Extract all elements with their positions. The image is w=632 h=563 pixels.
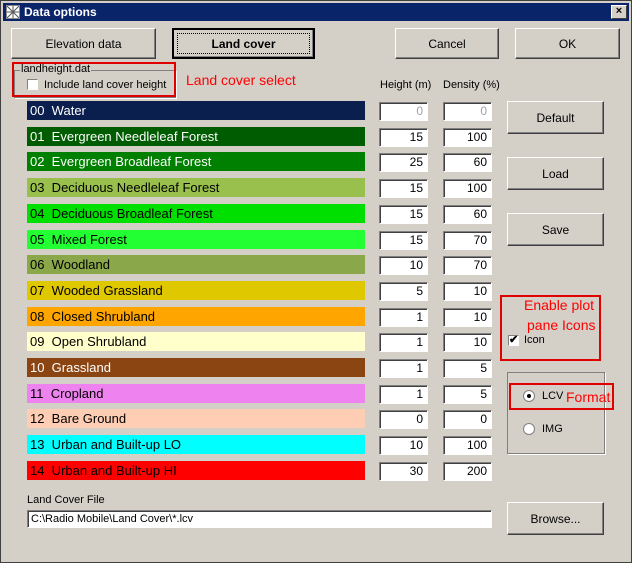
land-cover-row[interactable]: 13 Urban and Built-up LO bbox=[27, 435, 365, 454]
land-cover-row[interactable]: 12 Bare Ground bbox=[27, 409, 365, 428]
radio-selected-dot bbox=[527, 394, 531, 398]
land-cover-class-label: 12 Bare Ground bbox=[30, 411, 127, 426]
density-input[interactable]: 200 bbox=[443, 462, 492, 481]
land-cover-row[interactable]: 11 Cropland bbox=[27, 384, 365, 403]
lcv-radio[interactable] bbox=[523, 390, 535, 402]
height-input[interactable]: 0 bbox=[379, 410, 428, 429]
checkmark-icon: ✔ bbox=[509, 334, 519, 346]
img-radio[interactable] bbox=[523, 423, 535, 435]
default-label: Default bbox=[536, 110, 575, 125]
land-cover-class-label: 05 Mixed Forest bbox=[30, 232, 127, 247]
height-input[interactable]: 1 bbox=[379, 333, 428, 352]
save-label: Save bbox=[541, 222, 570, 237]
land-cover-class-label: 04 Deciduous Broadleaf Forest bbox=[30, 206, 213, 221]
cancel-label: Cancel bbox=[428, 36, 466, 51]
land-cover-class-label: 00 Water bbox=[30, 103, 86, 118]
height-column-header: Height (m) bbox=[380, 79, 432, 91]
img-radio-label: IMG bbox=[542, 423, 563, 435]
land-cover-row[interactable]: 09 Open Shrubland bbox=[27, 332, 365, 351]
land-cover-label: Land cover bbox=[211, 36, 276, 51]
land-cover-class-label: 14 Urban and Built-up HI bbox=[30, 463, 177, 478]
density-input[interactable]: 10 bbox=[443, 333, 492, 352]
land-cover-class-label: 10 Grassland bbox=[30, 360, 111, 375]
density-input[interactable]: 100 bbox=[443, 179, 492, 198]
cancel-button[interactable]: Cancel bbox=[395, 28, 499, 59]
icon-checkbox-label: Icon bbox=[524, 334, 545, 346]
land-cover-class-label: 03 Deciduous Needleleaf Forest bbox=[30, 180, 220, 195]
height-input[interactable]: 1 bbox=[379, 308, 428, 327]
title-bar[interactable]: Data options × bbox=[3, 3, 629, 21]
land-cover-row[interactable]: 07 Wooded Grassland bbox=[27, 281, 365, 300]
density-input[interactable]: 5 bbox=[443, 359, 492, 378]
default-button[interactable]: Default bbox=[507, 101, 604, 134]
elevation-data-label: Elevation data bbox=[45, 36, 122, 51]
land-cover-class-label: 02 Evergreen Broadleaf Forest bbox=[30, 154, 212, 169]
land-cover-row[interactable]: 06 Woodland bbox=[27, 255, 365, 274]
window-title: Data options bbox=[24, 5, 97, 19]
height-input[interactable]: 5 bbox=[379, 282, 428, 301]
land-cover-class-label: 01 Evergreen Needleleaf Forest bbox=[30, 129, 218, 144]
land-cover-row[interactable]: 01 Evergreen Needleleaf Forest bbox=[27, 127, 365, 146]
lcv-radio-label: LCV bbox=[542, 390, 564, 402]
height-input[interactable]: 15 bbox=[379, 205, 428, 224]
density-input: 0 bbox=[443, 102, 492, 121]
land-cover-file-input[interactable]: C:\Radio Mobile\Land Cover\*.lcv bbox=[27, 510, 492, 528]
density-input[interactable]: 100 bbox=[443, 436, 492, 455]
height-input[interactable]: 1 bbox=[379, 385, 428, 404]
load-button[interactable]: Load bbox=[507, 157, 604, 190]
land-cover-row[interactable]: 14 Urban and Built-up HI bbox=[27, 461, 365, 480]
height-input[interactable]: 15 bbox=[379, 231, 428, 250]
app-icon bbox=[6, 5, 20, 19]
density-input[interactable]: 70 bbox=[443, 231, 492, 250]
height-input: 0 bbox=[379, 102, 428, 121]
land-cover-row[interactable]: 03 Deciduous Needleleaf Forest bbox=[27, 178, 365, 197]
annotation-pane-icons: pane Icons bbox=[527, 317, 596, 333]
land-cover-row[interactable]: 00 Water bbox=[27, 101, 365, 120]
height-input[interactable]: 15 bbox=[379, 179, 428, 198]
land-cover-class-label: 06 Woodland bbox=[30, 257, 110, 272]
density-input[interactable]: 10 bbox=[443, 308, 492, 327]
height-input[interactable]: 10 bbox=[379, 436, 428, 455]
land-cover-file-label: Land Cover File bbox=[27, 494, 105, 506]
land-cover-class-label: 13 Urban and Built-up LO bbox=[30, 437, 182, 452]
annotation-enable-plot: Enable plot bbox=[524, 297, 595, 313]
land-cover-class-label: 08 Closed Shrubland bbox=[30, 309, 156, 324]
height-input[interactable]: 25 bbox=[379, 153, 428, 172]
annotation-format: Format bbox=[566, 389, 611, 405]
land-cover-row[interactable]: 05 Mixed Forest bbox=[27, 230, 365, 249]
ok-button[interactable]: OK bbox=[515, 28, 620, 59]
density-input[interactable]: 70 bbox=[443, 256, 492, 275]
height-input[interactable]: 1 bbox=[379, 359, 428, 378]
browse-button[interactable]: Browse... bbox=[507, 502, 604, 535]
land-cover-row[interactable]: 10 Grassland bbox=[27, 358, 365, 377]
browse-label: Browse... bbox=[530, 511, 581, 526]
land-cover-button[interactable]: Land cover bbox=[172, 28, 315, 59]
ok-label: OK bbox=[558, 36, 577, 51]
icon-checkbox[interactable]: ✔ bbox=[508, 334, 519, 346]
height-input[interactable]: 10 bbox=[379, 256, 428, 275]
density-input[interactable]: 100 bbox=[443, 128, 492, 147]
density-input[interactable]: 10 bbox=[443, 282, 492, 301]
close-icon[interactable]: × bbox=[611, 5, 627, 19]
height-input[interactable]: 15 bbox=[379, 128, 428, 147]
height-input[interactable]: 30 bbox=[379, 462, 428, 481]
land-cover-row[interactable]: 08 Closed Shrubland bbox=[27, 307, 365, 326]
elevation-data-button[interactable]: Elevation data bbox=[11, 28, 156, 59]
annotation-box-landcover bbox=[12, 62, 176, 97]
density-column-header: Density (%) bbox=[443, 79, 500, 91]
density-input[interactable]: 0 bbox=[443, 410, 492, 429]
land-cover-class-label: 07 Wooded Grassland bbox=[30, 283, 163, 298]
land-cover-class-label: 11 Cropland bbox=[30, 386, 104, 401]
load-label: Load bbox=[542, 166, 569, 181]
land-cover-row[interactable]: 04 Deciduous Broadleaf Forest bbox=[27, 204, 365, 223]
density-input[interactable]: 60 bbox=[443, 205, 492, 224]
density-input[interactable]: 60 bbox=[443, 153, 492, 172]
land-cover-row[interactable]: 02 Evergreen Broadleaf Forest bbox=[27, 152, 365, 171]
land-cover-class-label: 09 Open Shrubland bbox=[30, 334, 147, 349]
annotation-landcover-select: Land cover select bbox=[186, 72, 296, 88]
density-input[interactable]: 5 bbox=[443, 385, 492, 404]
save-button[interactable]: Save bbox=[507, 213, 604, 246]
